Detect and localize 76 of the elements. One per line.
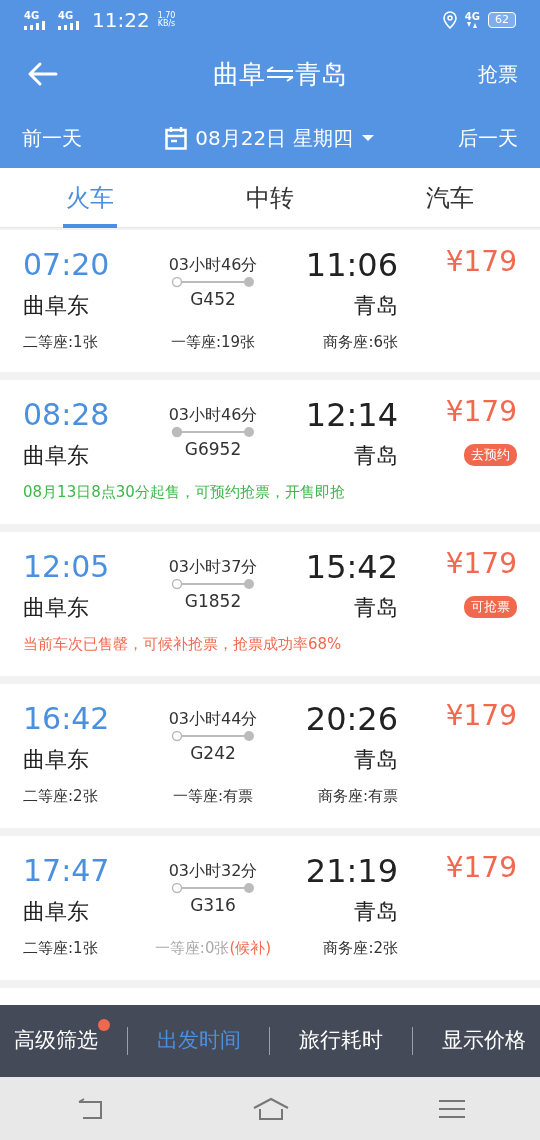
price: ¥179 <box>445 248 517 276</box>
swap-arrows-icon <box>265 66 295 82</box>
departure-station: 曲阜东 <box>23 745 90 774</box>
notification-dot <box>98 1019 111 1032</box>
departure-station: 曲阜东 <box>23 291 90 320</box>
departure-station: 曲阜东 <box>23 593 90 622</box>
route-from: 曲阜 <box>213 57 265 91</box>
arrival-time: 15:42 <box>305 551 398 583</box>
home-button[interactable] <box>253 1096 289 1121</box>
train-number: G6952 <box>184 438 242 460</box>
seat-availability: 一等座:有票 <box>172 785 254 807</box>
arrival-station: 青岛 <box>354 441 398 470</box>
seat-availability: 二等座:1张 <box>23 331 98 353</box>
train-number: G1852 <box>184 590 242 612</box>
price: ¥179 <box>445 854 517 882</box>
notice-text: 08月13日8点30分起售，可预约抢票，开售即抢 <box>23 481 346 503</box>
train-card[interactable]: 08:28 曲阜东 03小时46分 G6952 12:14 青岛 ¥179 去预约 08月13日8点30分起售，可预约抢票，开售即抢 <box>0 380 540 524</box>
arrival-station: 青岛 <box>354 593 398 622</box>
arrival-time: 12:14 <box>305 399 398 431</box>
seat-availability: 商务座:有票 <box>317 785 398 807</box>
home-icon <box>253 1096 289 1121</box>
seat-availability: 一等座:0张(候补) <box>154 937 272 959</box>
back-arrow-icon <box>26 61 58 87</box>
arrival-station: 青岛 <box>354 291 398 320</box>
tab[interactable]: 汽车 <box>426 168 474 228</box>
network-label: 4G <box>58 10 75 21</box>
arrival-station: 青岛 <box>354 745 398 774</box>
seat-availability: 商务座:6张 <box>323 331 398 353</box>
departure-time: 17:47 <box>23 856 111 886</box>
arrival-time: 11:06 <box>305 249 398 281</box>
train-number: G452 <box>190 288 236 310</box>
train-card[interactable]: 12:05 曲阜东 03小时37分 G1852 15:42 青岛 ¥179 可抢票 当前车次已售罄，可候补抢票，抢票成功率68% <box>0 532 540 676</box>
route-to: 青岛 <box>295 57 347 91</box>
duration: 03小时46分 <box>168 404 258 426</box>
duration: 03小时44分 <box>168 708 258 730</box>
seat-availability: 二等座:2张 <box>23 785 98 807</box>
duration: 03小时32分 <box>168 860 258 882</box>
train-card[interactable]: 17:47 曲阜东 03小时32分 G316 21:19 青岛 ¥179 二等座:1张 一等座:0张(候补) 商务座:2张 <box>0 836 540 980</box>
battery-level: 62 <box>488 12 516 28</box>
speed-unit: KB/s <box>157 20 176 29</box>
network-speed: 1.70 <box>157 11 176 20</box>
sort-option[interactable]: 显示价格 <box>441 1025 526 1057</box>
seat-availability: 商务座:2张 <box>323 937 398 959</box>
duration: 03小时46分 <box>168 254 258 276</box>
location-icon <box>442 11 457 29</box>
train-number: G316 <box>190 894 236 916</box>
arrival-time: 21:19 <box>305 855 398 887</box>
network-label: 4G <box>464 12 480 22</box>
seat-availability: 一等座:19张 <box>170 331 256 353</box>
caret-icon <box>360 134 375 142</box>
departure-time: 16:42 <box>23 704 111 734</box>
price: ¥179 <box>445 398 517 426</box>
departure-time: 12:05 <box>23 552 111 582</box>
notice-text: 当前车次已售罄，可候补抢票，抢票成功率68% <box>23 633 343 655</box>
price: ¥179 <box>445 550 517 578</box>
departure-time: 07:20 <box>23 250 111 280</box>
back-button[interactable] <box>26 61 58 87</box>
network-label: 4G <box>24 10 41 21</box>
departure-station: 曲阜东 <box>23 441 90 470</box>
seat-availability: 二等座:1张 <box>23 937 98 959</box>
data-arrows-icon <box>466 22 479 28</box>
menu-icon <box>439 1099 465 1119</box>
sort-option[interactable]: 高级筛选 <box>14 1017 111 1057</box>
train-card[interactable]: 16:42 曲阜东 03小时44分 G242 20:26 青岛 ¥179 二等座:2张 一等座:有票 商务座:有票 <box>0 684 540 828</box>
calendar-icon <box>165 126 188 150</box>
departure-station: 曲阜东 <box>23 897 90 926</box>
price: ¥179 <box>445 702 517 730</box>
sort-option[interactable]: 旅行耗时 <box>299 1025 384 1057</box>
departure-time: 08:28 <box>23 400 111 430</box>
tab[interactable]: 中转 <box>246 168 294 228</box>
train-number: G242 <box>190 742 236 764</box>
duration: 03小时37分 <box>168 556 258 578</box>
train-card[interactable]: 07:20 曲阜东 03小时46分 G452 11:06 青岛 ¥179 二等座:1张 一等座:19张 商务座:6张 <box>0 230 540 372</box>
status-time: 11:22 <box>92 10 150 30</box>
arrival-station: 青岛 <box>354 897 398 926</box>
arrival-time: 20:26 <box>305 703 398 735</box>
